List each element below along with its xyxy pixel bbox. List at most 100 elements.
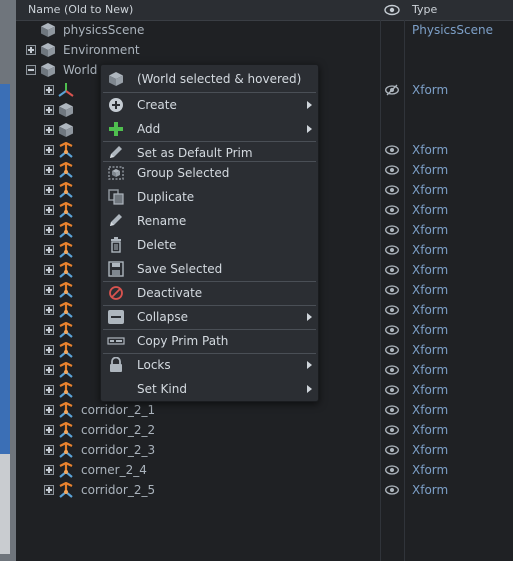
collapse-toggle-icon[interactable]	[26, 65, 36, 75]
prim-name: corner_2_4	[81, 463, 147, 477]
prim-type: Xform	[412, 383, 449, 397]
expand-toggle-icon[interactable]	[44, 465, 54, 475]
xform-icon	[59, 302, 73, 318]
expand-toggle-icon[interactable]	[44, 165, 54, 175]
plus-icon	[109, 122, 123, 136]
xform-icon	[59, 422, 73, 438]
tree-row[interactable]: corner_2_4 Xform	[16, 460, 513, 480]
visibility-eye-icon[interactable]	[385, 344, 399, 356]
expand-toggle-icon[interactable]	[44, 405, 54, 415]
expand-toggle-icon[interactable]	[26, 45, 36, 55]
cube-icon	[41, 23, 55, 37]
context-menu: (World selected & hovered) Create Add Se…	[100, 64, 319, 402]
expand-toggle-icon[interactable]	[44, 105, 54, 115]
menu-title: (World selected & hovered)	[101, 67, 318, 91]
visibility-eye-icon[interactable]	[385, 484, 399, 496]
xform-icon	[59, 342, 73, 358]
expand-toggle-icon[interactable]	[44, 325, 54, 335]
xform-icon	[59, 142, 73, 158]
prim-type: Xform	[412, 423, 449, 437]
expand-toggle-icon[interactable]	[44, 85, 54, 95]
visibility-eye-icon[interactable]	[385, 244, 399, 256]
expand-toggle-icon[interactable]	[44, 205, 54, 215]
expand-toggle-icon[interactable]	[44, 245, 54, 255]
menu-item-collapse[interactable]: Collapse	[101, 305, 318, 329]
plus-circle-icon	[109, 98, 123, 112]
visibility-eye-icon[interactable]	[385, 324, 399, 336]
expand-toggle-icon[interactable]	[44, 305, 54, 315]
menu-item-create[interactable]: Create	[101, 93, 318, 117]
visibility-eye-icon[interactable]	[385, 144, 399, 156]
xform-icon	[59, 462, 73, 478]
prim-type: PhysicsScene	[412, 23, 493, 37]
tree-row[interactable]: corridor_2_3 Xform	[16, 440, 513, 460]
visibility-column-eye-icon[interactable]	[384, 3, 400, 17]
prim-type: Xform	[412, 183, 449, 197]
tree-row[interactable]: Environment	[16, 40, 513, 60]
name-column-header[interactable]: Name (Old to New)	[28, 3, 133, 16]
prim-type: Xform	[412, 463, 449, 477]
visibility-eye-icon[interactable]	[385, 444, 399, 456]
path-icon	[107, 337, 125, 345]
visibility-eye-icon[interactable]	[385, 464, 399, 476]
visibility-eye-icon[interactable]	[385, 84, 399, 96]
axis-icon	[58, 83, 74, 97]
visibility-eye-icon[interactable]	[385, 164, 399, 176]
submenu-arrow-icon	[307, 385, 312, 393]
menu-item-save-selected[interactable]: Save Selected	[101, 257, 318, 281]
visibility-eye-icon[interactable]	[385, 364, 399, 376]
expand-toggle-icon[interactable]	[44, 185, 54, 195]
submenu-arrow-icon	[307, 361, 312, 369]
expand-toggle-icon[interactable]	[44, 365, 54, 375]
xform-icon	[59, 222, 73, 238]
expand-toggle-icon[interactable]	[44, 445, 54, 455]
expand-toggle-icon[interactable]	[44, 265, 54, 275]
expand-toggle-icon[interactable]	[44, 385, 54, 395]
tree-row[interactable]: corridor_2_5 Xform	[16, 480, 513, 500]
tree-row[interactable]: physicsScene PhysicsScene	[16, 20, 513, 40]
expand-toggle-icon[interactable]	[44, 225, 54, 235]
visibility-eye-icon[interactable]	[385, 384, 399, 396]
menu-item-deactivate[interactable]: Deactivate	[101, 281, 318, 305]
visibility-eye-icon[interactable]	[385, 204, 399, 216]
prim-type: Xform	[412, 363, 449, 377]
visibility-eye-icon[interactable]	[385, 424, 399, 436]
visibility-eye-icon[interactable]	[385, 304, 399, 316]
expand-toggle-icon[interactable]	[44, 285, 54, 295]
expand-toggle-icon[interactable]	[44, 425, 54, 435]
menu-item-add[interactable]: Add	[101, 117, 318, 141]
visibility-eye-icon[interactable]	[385, 284, 399, 296]
prim-type: Xform	[412, 263, 449, 277]
cube-icon	[59, 123, 73, 137]
menu-item-duplicate[interactable]: Duplicate	[101, 185, 318, 209]
menu-item-rename[interactable]: Rename	[101, 209, 318, 233]
pencil-icon	[110, 214, 122, 226]
menu-item-copy-prim-path[interactable]: Copy Prim Path	[101, 329, 318, 353]
xform-icon	[59, 402, 73, 418]
prim-type: Xform	[412, 323, 449, 337]
visibility-eye-icon[interactable]	[385, 264, 399, 276]
visibility-eye-icon[interactable]	[385, 224, 399, 236]
expand-toggle-icon[interactable]	[44, 125, 54, 135]
visibility-eye-icon[interactable]	[385, 404, 399, 416]
submenu-arrow-icon	[307, 313, 312, 321]
menu-item-group-selected[interactable]: Group Selected	[101, 161, 318, 185]
xform-icon	[59, 482, 73, 498]
menu-item-set-kind[interactable]: Set Kind	[101, 377, 318, 401]
xform-icon	[59, 322, 73, 338]
tree-row[interactable]: corridor_2_1 Xform	[16, 400, 513, 420]
xform-icon	[59, 262, 73, 278]
expand-toggle-icon[interactable]	[44, 345, 54, 355]
prim-name: Environment	[63, 43, 140, 57]
menu-item-delete[interactable]: Delete	[101, 233, 318, 257]
viewport-edge	[0, 0, 16, 561]
menu-item-locks[interactable]: Locks	[101, 353, 318, 377]
xform-icon	[59, 362, 73, 378]
expand-toggle-icon[interactable]	[44, 485, 54, 495]
type-column-header[interactable]: Type	[412, 3, 437, 16]
prim-type: Xform	[412, 403, 449, 417]
visibility-eye-icon[interactable]	[385, 184, 399, 196]
tree-row[interactable]: corridor_2_2 Xform	[16, 420, 513, 440]
expand-toggle-icon[interactable]	[44, 145, 54, 155]
prim-type: Xform	[412, 163, 449, 177]
